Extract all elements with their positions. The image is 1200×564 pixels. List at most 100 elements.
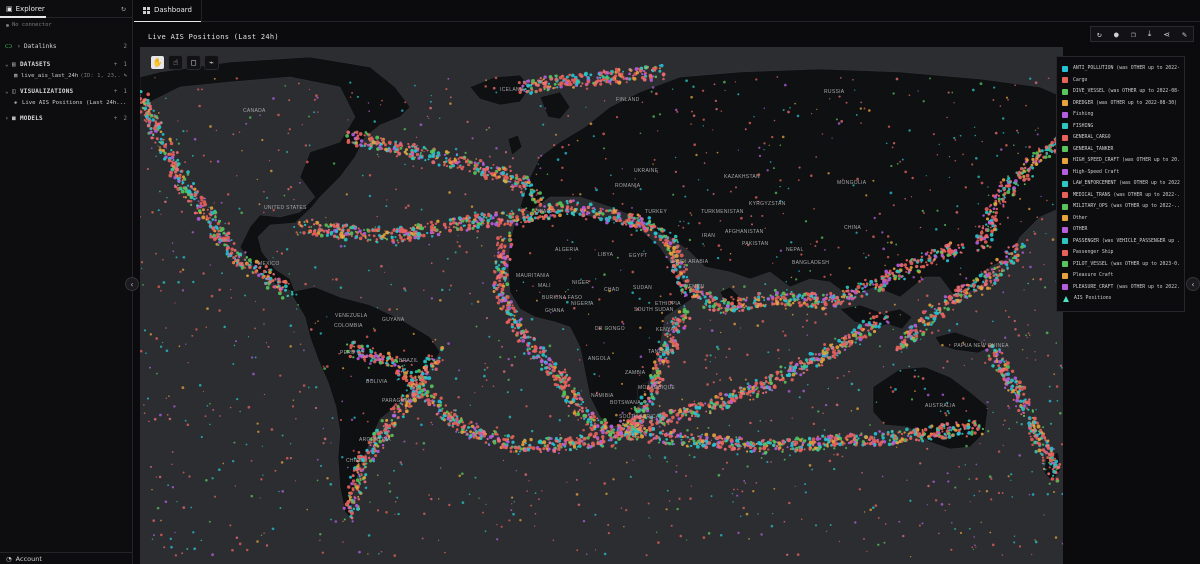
ais-position-point bbox=[349, 492, 352, 496]
edit-pencil-icon[interactable]: ✎ bbox=[122, 73, 127, 79]
ais-position-point bbox=[327, 228, 330, 231]
account-button[interactable]: ◔ Account bbox=[0, 552, 133, 564]
add-visualization-icon[interactable]: + bbox=[114, 88, 118, 95]
ais-position-point bbox=[175, 151, 179, 154]
map-canvas[interactable] bbox=[140, 47, 1063, 564]
ais-position-point bbox=[565, 199, 569, 203]
add-dataset-icon[interactable]: + bbox=[114, 61, 118, 68]
ais-position-point bbox=[811, 358, 815, 361]
ais-position-point bbox=[791, 301, 795, 305]
ais-position-point bbox=[652, 427, 655, 431]
datalinks-section[interactable]: ⊂⊃ › Datalinks 2 bbox=[0, 40, 132, 52]
ais-position-point bbox=[754, 378, 758, 382]
ais-position-point bbox=[800, 367, 804, 371]
theme-drop-icon[interactable]: ● bbox=[1114, 30, 1119, 39]
ais-position-point bbox=[563, 375, 567, 379]
ais-position-point bbox=[670, 440, 674, 444]
ais-position-point bbox=[850, 289, 854, 293]
ais-position-point bbox=[636, 430, 640, 434]
ais-position-point bbox=[521, 212, 525, 216]
ais-position-point bbox=[798, 367, 801, 370]
ais-position-point bbox=[444, 150, 449, 154]
ais-position-point bbox=[351, 132, 355, 137]
visualization-item[interactable]: ◈ Live AIS Positions (Last 24h... bbox=[0, 97, 132, 108]
ais-position-point bbox=[665, 255, 668, 259]
ais-position-point bbox=[493, 280, 497, 285]
collapse-sidebar-button[interactable]: ‹ bbox=[125, 277, 139, 291]
ais-position-point bbox=[809, 360, 814, 365]
ais-position-point bbox=[779, 365, 783, 369]
share-icon[interactable]: ⋖ bbox=[1163, 30, 1170, 39]
ais-position-point bbox=[429, 230, 434, 235]
ais-position-point bbox=[181, 175, 186, 179]
ais-position-point bbox=[395, 355, 399, 359]
ais-position-point bbox=[893, 274, 898, 279]
ais-position-point bbox=[661, 377, 665, 382]
ais-position-point bbox=[1031, 155, 1034, 158]
ais-position-point bbox=[1023, 183, 1026, 186]
visualizations-label: VISUALIZATIONS bbox=[20, 87, 74, 95]
ais-position-point bbox=[997, 369, 1001, 373]
ais-position-point bbox=[209, 234, 213, 239]
ais-position-point bbox=[238, 252, 243, 257]
ais-position-point bbox=[737, 302, 741, 305]
ais-map[interactable]: CANADA ICELAND RUSSIA FINLAND UNITED STATES M… bbox=[140, 47, 1063, 564]
download-icon[interactable]: ⤓ bbox=[1148, 29, 1152, 39]
ais-position-point bbox=[944, 243, 949, 248]
add-model-icon[interactable]: + bbox=[114, 115, 118, 122]
ais-position-point bbox=[716, 444, 719, 447]
ais-position-point bbox=[757, 390, 760, 393]
copy-icon[interactable]: ❐ bbox=[1131, 30, 1136, 39]
ais-position-point bbox=[473, 167, 476, 171]
datasets-section[interactable]: ⌄ ▤ DATASETS + 1 bbox=[0, 58, 132, 70]
ais-position-point bbox=[243, 258, 246, 261]
ais-position-point bbox=[424, 365, 429, 370]
refresh-icon[interactable]: ↻ bbox=[121, 4, 126, 13]
ais-position-point bbox=[398, 365, 402, 369]
models-section[interactable]: › ■ MODELS + 2 bbox=[0, 112, 132, 124]
edit-pencil-icon[interactable]: ✎ bbox=[1182, 30, 1187, 39]
ais-position-point bbox=[343, 518, 346, 521]
ais-position-point bbox=[508, 231, 511, 235]
ais-position-point bbox=[546, 444, 550, 447]
ais-position-point bbox=[646, 407, 650, 410]
ais-position-point bbox=[543, 444, 547, 448]
ais-position-point bbox=[879, 283, 884, 288]
ais-position-point bbox=[799, 373, 803, 377]
ais-position-point bbox=[516, 323, 521, 328]
ais-position-point bbox=[146, 92, 151, 97]
ais-position-point bbox=[562, 380, 567, 384]
ais-position-point bbox=[622, 423, 624, 425]
ais-position-point bbox=[1011, 389, 1015, 394]
ais-position-point bbox=[729, 397, 733, 400]
ais-position-point bbox=[881, 436, 885, 440]
explorer-icon: ▣ bbox=[6, 4, 13, 13]
ais-position-point bbox=[518, 450, 521, 453]
ais-position-point bbox=[239, 261, 244, 266]
ais-position-point bbox=[414, 150, 417, 153]
ais-position-point bbox=[589, 73, 593, 77]
ais-position-point bbox=[880, 276, 884, 280]
ais-position-point bbox=[392, 413, 397, 418]
ais-position-point bbox=[1008, 180, 1012, 184]
chevron-right-icon: › bbox=[17, 42, 21, 50]
ais-position-point bbox=[661, 421, 664, 424]
ais-position-point bbox=[656, 436, 659, 440]
explorer-tab[interactable]: ▣ Explorer bbox=[6, 5, 45, 13]
refresh-icon[interactable]: ↻ bbox=[1097, 30, 1102, 39]
ais-position-point bbox=[631, 219, 635, 222]
ais-position-point bbox=[351, 474, 355, 478]
ais-position-point bbox=[154, 141, 157, 144]
ais-position-point bbox=[545, 447, 549, 451]
tab-dashboard[interactable]: Dashboard bbox=[134, 0, 202, 22]
ais-position-point bbox=[527, 342, 531, 346]
ais-position-point bbox=[1022, 175, 1026, 179]
visualizations-section[interactable]: ⌄ ◫ VISUALIZATIONS + 1 bbox=[0, 85, 132, 97]
ais-position-point bbox=[177, 162, 181, 166]
ais-position-point bbox=[926, 251, 929, 254]
ais-position-point bbox=[681, 317, 686, 321]
ais-position-point bbox=[155, 137, 159, 140]
ais-position-point bbox=[708, 308, 712, 312]
dataset-item[interactable]: ▦ live_ais_last_24h (ID: 1, 23,... ✎ bbox=[0, 70, 132, 81]
ais-position-point bbox=[498, 220, 503, 225]
